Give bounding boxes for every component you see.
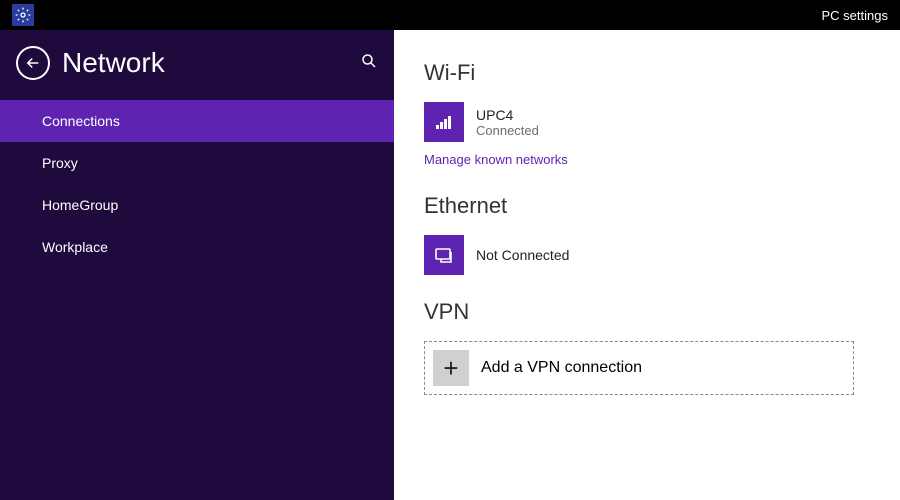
settings-icon[interactable] xyxy=(12,4,34,26)
main-panel: Wi-Fi UPC4 Connected Manage known networ… xyxy=(394,30,900,500)
sidebar-header: Network xyxy=(0,30,394,100)
add-vpn-button[interactable]: + Add a VPN connection xyxy=(424,341,854,395)
page-title: Network xyxy=(62,47,348,79)
back-button[interactable] xyxy=(16,46,50,80)
ethernet-status: Not Connected xyxy=(476,247,569,263)
wifi-network-status: Connected xyxy=(476,123,539,138)
sidebar-item-label: HomeGroup xyxy=(42,197,118,213)
ethernet-heading: Ethernet xyxy=(424,193,870,219)
sidebar-item-homegroup[interactable]: HomeGroup xyxy=(0,184,394,226)
sidebar-item-workplace[interactable]: Workplace xyxy=(0,226,394,268)
ethernet-connection-text: Not Connected xyxy=(476,247,569,263)
sidebar-item-label: Proxy xyxy=(42,155,78,171)
sidebar-item-proxy[interactable]: Proxy xyxy=(0,142,394,184)
ethernet-icon xyxy=(424,235,464,275)
search-button[interactable] xyxy=(360,52,378,75)
vpn-heading: VPN xyxy=(424,299,870,325)
sidebar: Network Connections Proxy HomeGroup Work… xyxy=(0,30,394,500)
arrow-left-icon xyxy=(24,54,42,72)
ethernet-connection-row[interactable]: Not Connected xyxy=(424,235,870,275)
wifi-connection-text: UPC4 Connected xyxy=(476,107,539,138)
manage-known-networks-link[interactable]: Manage known networks xyxy=(424,152,568,167)
search-icon xyxy=(360,52,378,70)
wifi-network-name: UPC4 xyxy=(476,107,539,123)
wifi-heading: Wi-Fi xyxy=(424,60,870,86)
wifi-signal-icon xyxy=(424,102,464,142)
wifi-connection-row[interactable]: UPC4 Connected xyxy=(424,102,870,142)
plus-icon: + xyxy=(433,350,469,386)
sidebar-item-label: Workplace xyxy=(42,239,108,255)
container: Network Connections Proxy HomeGroup Work… xyxy=(0,30,900,500)
sidebar-item-connections[interactable]: Connections xyxy=(0,100,394,142)
add-vpn-label: Add a VPN connection xyxy=(481,359,642,377)
titlebar: PC settings xyxy=(0,0,900,30)
sidebar-item-label: Connections xyxy=(42,113,120,129)
pc-settings-label: PC settings xyxy=(822,8,888,23)
